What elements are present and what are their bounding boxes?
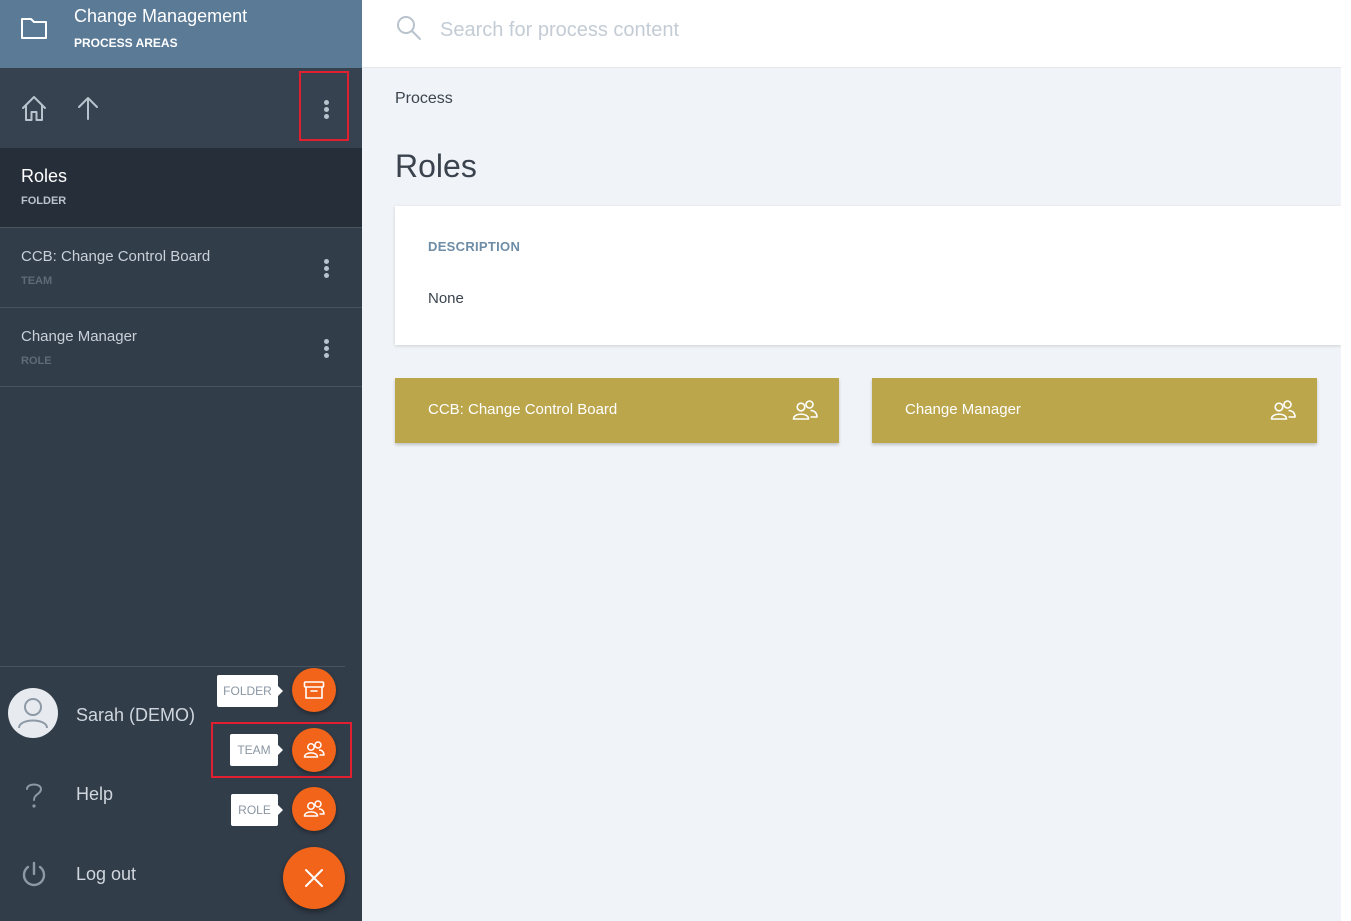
help-label: Help: [76, 784, 114, 804]
description-card: DESCRIPTION None: [395, 206, 1341, 345]
tile-change-manager[interactable]: Change Manager: [872, 378, 1317, 443]
add-folder-button[interactable]: [292, 668, 336, 712]
role-icon: [303, 800, 325, 817]
current-folder-type: FOLDER: [21, 195, 67, 207]
sidebar-header[interactable]: Change Management PROCESS AREAS: [0, 0, 362, 68]
sidebar-item-label: Change Manager: [21, 328, 137, 345]
dial-label-role: ROLE: [231, 794, 283, 826]
right-edge: [1341, 0, 1351, 921]
arrow-up-icon[interactable]: [73, 93, 103, 123]
sidebar-divider: [0, 666, 345, 667]
highlight-box-kebab: [299, 71, 349, 141]
current-folder-title: Roles: [21, 166, 68, 186]
search-bar: [362, 0, 1341, 68]
sidebar-item-change-manager[interactable]: Change Manager ROLE: [0, 307, 362, 387]
archive-box-icon: [303, 681, 325, 699]
team-icon: [1270, 400, 1296, 420]
dial-label-folder: FOLDER: [217, 675, 283, 707]
close-speed-dial-button[interactable]: [283, 847, 345, 909]
sidebar-item-ccb[interactable]: CCB: Change Control Board TEAM: [0, 227, 362, 307]
sidebar: Change Management PROCESS AREAS Roles FO…: [0, 0, 362, 921]
process-area-subtitle: PROCESS AREAS: [74, 36, 178, 50]
logout-link[interactable]: Log out: [0, 856, 220, 896]
search-icon[interactable]: [395, 14, 423, 42]
item-options-kebab-icon[interactable]: [316, 252, 336, 282]
item-options-kebab-icon[interactable]: [316, 332, 336, 362]
sidebar-item-type: TEAM: [21, 275, 53, 287]
close-icon: [305, 869, 323, 887]
user-profile[interactable]: Sarah (DEMO): [0, 686, 220, 746]
question-mark-icon: [26, 783, 43, 808]
user-name: Sarah (DEMO): [76, 705, 196, 725]
main-content: Process Roles DESCRIPTION None CCB: Chan…: [362, 68, 1341, 921]
current-folder: Roles FOLDER: [0, 148, 362, 227]
add-role-button[interactable]: [292, 787, 336, 831]
description-label: DESCRIPTION: [428, 239, 521, 254]
folder-icon: [21, 18, 47, 39]
tile-ccb-change-control-board[interactable]: CCB: Change Control Board: [395, 378, 839, 443]
description-value: None: [428, 290, 464, 307]
search-input[interactable]: [440, 14, 940, 46]
user-icon: [18, 698, 48, 729]
team-icon: [792, 400, 818, 420]
process-area-title: Change Management: [74, 6, 248, 26]
page-title: Roles: [395, 148, 477, 184]
breadcrumb[interactable]: Process: [395, 90, 453, 108]
sidebar-item-type: ROLE: [21, 355, 52, 367]
tile-label: CCB: Change Control Board: [428, 401, 618, 418]
help-link[interactable]: Help: [0, 776, 220, 816]
avatar: [8, 688, 58, 738]
highlight-box-team: [211, 722, 352, 778]
power-icon: [22, 861, 46, 887]
home-icon[interactable]: [19, 93, 49, 123]
logout-label: Log out: [76, 864, 137, 884]
tile-label: Change Manager: [905, 401, 1021, 418]
sidebar-item-label: CCB: Change Control Board: [21, 248, 211, 265]
